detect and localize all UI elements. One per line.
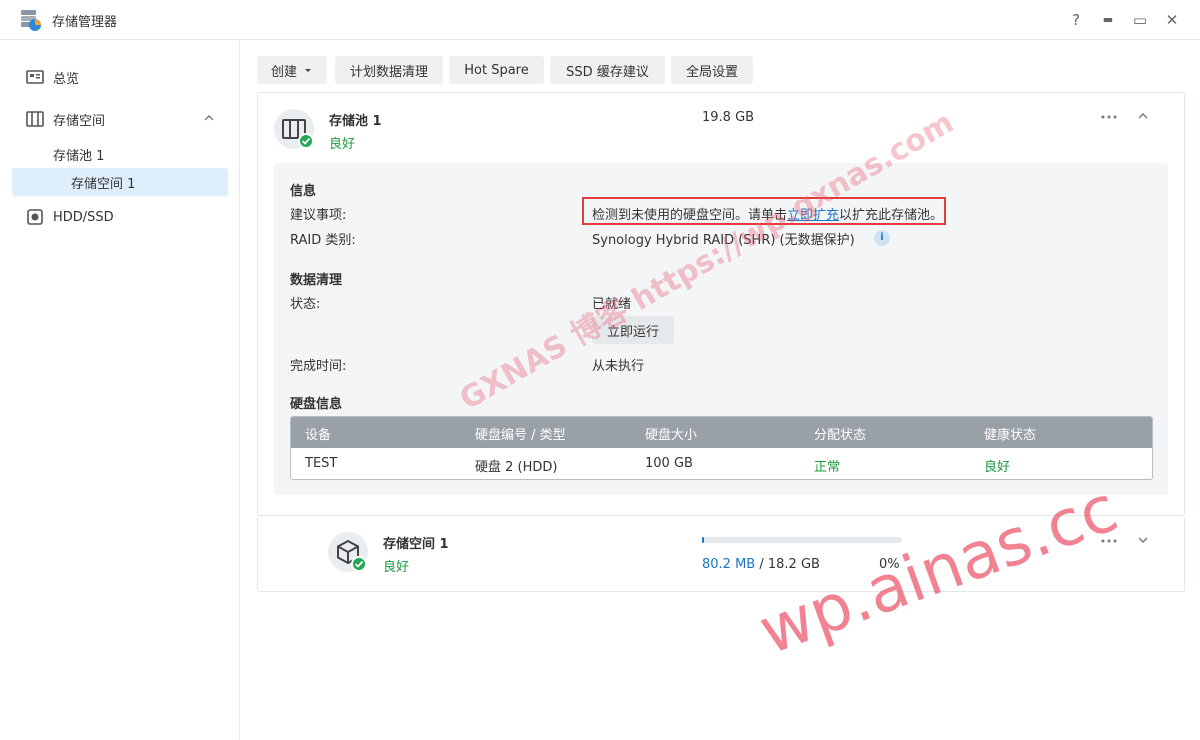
volume-usage-separator: / [755,557,768,572]
raid-type-value: Synology Hybrid RAID (SHR) (无数据保护) [592,233,855,248]
column-header[interactable]: 设备 [305,424,331,443]
volume-usage-fill [702,537,704,543]
run-now-button[interactable]: 立即运行 [592,316,674,344]
disk-info-section-title: 硬盘信息 [290,397,343,412]
close-icon[interactable]: ✕ [1162,10,1182,30]
ssd-cache-advice-button[interactable]: SSD 缓存建议 [550,56,665,84]
caret-down-icon [305,69,311,72]
table-cell: 良好 [984,460,1011,475]
expand-now-link[interactable]: 立即扩充 [787,208,839,223]
raid-type-label: RAID 类别: [290,233,356,248]
storage-icon [26,111,44,127]
volume-total: 18.2 GB [767,557,820,572]
global-settings-button[interactable]: 全局设置 [671,56,753,84]
sidebar-item-storage[interactable]: 存储空间 [12,105,228,133]
storage-pool-card: 存储池 1 良好 19.8 GB 信息 建议事项: 检测到未使用的硬盘空间。请单… [257,92,1185,516]
create-button[interactable]: 创建 [257,56,327,84]
suggestion-text: 检测到未使用的硬盘空间。请单击立即扩充以扩充此存储池。 [592,204,943,223]
pool-size: 19.8 GB [702,110,755,125]
help-icon[interactable]: ? [1066,10,1086,30]
title-bar: 存储管理器 ? ▬ ▭ ✕ [0,0,1200,40]
more-options-icon[interactable] [1100,114,1118,120]
pool-detail-panel: 信息 建议事项: 检测到未使用的硬盘空间。请单击立即扩充以扩充此存储池。 RAI… [274,163,1168,495]
schedule-scrub-button[interactable]: 计划数据清理 [335,56,443,84]
sidebar-item-overview[interactable]: 总览 [12,63,228,91]
sidebar-item-label: 总览 [53,71,80,87]
volume-name: 存储空间 1 [383,537,449,552]
table-cell: 100 GB [645,456,693,471]
volume-usage-bar [702,537,902,543]
disk-table-header: 设备 硬盘编号 / 类型 硬盘大小 分配状态 健康状态 [291,417,1152,448]
maximize-icon[interactable]: ▭ [1130,10,1150,30]
scrub-section-title: 数据清理 [290,273,343,288]
overview-icon [26,70,44,84]
minimize-icon[interactable]: ▬ [1098,10,1118,30]
scrub-status-value: 已就绪 [592,297,632,312]
sidebar-item-label: HDD/SSD [53,209,114,225]
chevron-down-icon[interactable] [1136,533,1150,547]
chevron-up-icon[interactable] [1136,109,1150,123]
volume-percent: 0% [879,557,900,572]
table-cell: 硬盘 2 (HDD) [475,460,558,475]
window-title: 存储管理器 [52,15,118,30]
sidebar-item-hdd-ssd[interactable]: HDD/SSD [12,203,228,231]
completion-time-value: 从未执行 [592,359,645,374]
column-header[interactable]: 健康状态 [984,424,1036,443]
sidebar-item-label: 存储空间 1 [71,176,136,192]
volume-status: 良好 [383,560,410,575]
storage-manager-icon [21,10,41,31]
suggestion-text-suffix: 以扩充此存储池。 [839,208,944,223]
sidebar-item-label: 存储空间 [53,113,106,129]
sidebar-item-pool-1[interactable]: 存储池 1 [12,140,228,168]
table-cell: TEST [305,456,338,471]
suggestion-text-prefix: 检测到未使用的硬盘空间。请单击 [592,208,788,223]
info-section-title: 信息 [290,184,317,199]
table-cell: 正常 [814,460,841,475]
pool-name: 存储池 1 [329,114,382,129]
column-header[interactable]: 硬盘编号 / 类型 [475,424,566,443]
sidebar-item-volume-1[interactable]: 存储空间 1 [12,168,228,196]
healthy-check-icon [298,133,314,149]
disk-table: 设备 硬盘编号 / 类型 硬盘大小 分配状态 健康状态 TEST 硬盘 2 (H… [290,416,1153,480]
sidebar-item-label: 存储池 1 [53,148,105,164]
volume-used: 80.2 MB [702,557,756,572]
more-options-icon[interactable] [1100,538,1118,544]
pool-status: 良好 [329,137,356,152]
scrub-status-label: 状态: [290,297,321,312]
disk-icon [27,209,43,225]
completion-time-label: 完成时间: [290,359,347,374]
volume-usage-text: 80.2 MB / 18.2 GB [702,557,820,572]
column-header[interactable]: 分配状态 [814,424,866,443]
chevron-up-icon[interactable] [202,111,216,125]
column-header[interactable]: 硬盘大小 [645,424,697,443]
sidebar: 总览 存储空间 存储池 1 存储空间 1 HDD/SSD [0,41,240,740]
volume-card[interactable]: 存储空间 1 良好 80.2 MB / 18.2 GB 0% [257,516,1185,592]
info-icon[interactable]: i [874,230,890,246]
hot-spare-button[interactable]: Hot Spare [449,56,544,84]
healthy-check-icon [351,556,367,572]
suggestion-label: 建议事项: [290,208,347,223]
create-button-label: 创建 [270,64,297,80]
